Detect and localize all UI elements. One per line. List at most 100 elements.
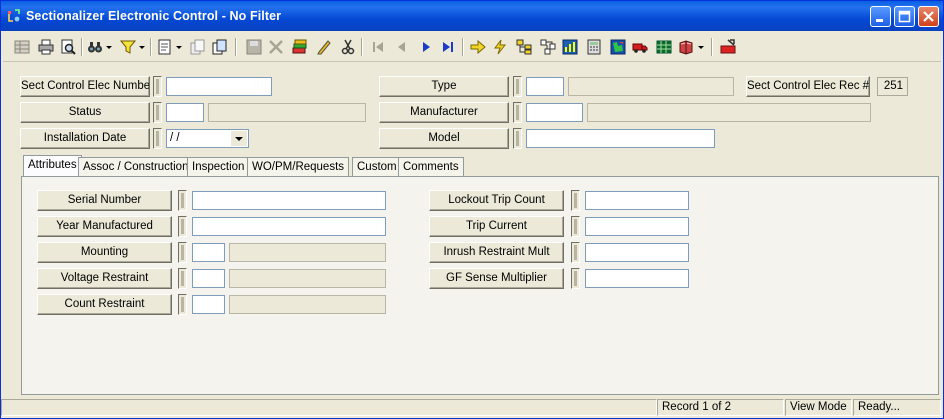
new-record-button[interactable]: [154, 36, 176, 58]
gf-sense-multiplier-label[interactable]: GF Sense Multiplier: [429, 268, 564, 289]
mounting-label[interactable]: Mounting: [37, 242, 172, 263]
first-record-icon: [373, 42, 383, 52]
tab-inspection[interactable]: Inspection: [187, 157, 250, 177]
filter-button[interactable]: [117, 36, 139, 58]
book-dropdown[interactable]: [696, 36, 706, 58]
next-record-icon: [423, 42, 430, 52]
tab-custom[interactable]: Custom: [352, 157, 402, 177]
search-dropdown[interactable]: [104, 36, 114, 58]
new-record-dropdown[interactable]: [174, 36, 184, 58]
maximize-button[interactable]: [894, 6, 915, 27]
field-indicator: [513, 76, 522, 97]
status-message: [1, 399, 657, 416]
tab-comments[interactable]: Comments: [398, 157, 464, 177]
count-restraint-code-input[interactable]: [192, 295, 225, 314]
minimize-icon: [876, 19, 883, 22]
year-manufactured-input[interactable]: [192, 217, 386, 236]
ready-indicator: Ready...: [853, 399, 941, 416]
count-restraint-description: [229, 295, 386, 314]
copy-record-button[interactable]: [187, 36, 209, 58]
cut-button[interactable]: [337, 36, 359, 58]
close-icon: [923, 11, 934, 22]
voltage-restraint-label[interactable]: Voltage Restraint: [37, 268, 172, 289]
search-button[interactable]: [84, 36, 106, 58]
sect-control-elec-number-label[interactable]: Sect Control Elec Number: [20, 76, 150, 97]
print-button[interactable]: [35, 36, 57, 58]
edit-button[interactable]: [313, 36, 335, 58]
sect-control-elec-number-input[interactable]: [166, 77, 272, 96]
field-indicator: [178, 294, 187, 315]
map-button[interactable]: [607, 36, 629, 58]
type-code-input[interactable]: [526, 77, 564, 96]
status-code-input[interactable]: [166, 103, 204, 122]
truck-button[interactable]: [629, 36, 651, 58]
calculator-button[interactable]: [583, 36, 605, 58]
clone-button[interactable]: [209, 36, 231, 58]
spreadsheet-button[interactable]: [653, 36, 675, 58]
grid-button[interactable]: [11, 36, 33, 58]
close-button[interactable]: [918, 6, 939, 27]
lockout-trip-count-input[interactable]: [585, 191, 689, 210]
installation-date-picker[interactable]: / /: [166, 129, 249, 148]
previous-record-button[interactable]: [391, 36, 413, 58]
field-indicator: [153, 128, 162, 149]
delete-button[interactable]: [265, 36, 287, 58]
hierarchy-button[interactable]: [513, 36, 535, 58]
field-indicator: [513, 128, 522, 149]
save-button[interactable]: [243, 36, 265, 58]
count-restraint-label[interactable]: Count Restraint: [37, 294, 172, 315]
model-label[interactable]: Model: [379, 128, 509, 149]
toolbar: [3, 32, 941, 62]
execute-button[interactable]: [489, 36, 511, 58]
tab-attributes[interactable]: Attributes: [23, 155, 82, 178]
last-record-button[interactable]: [437, 36, 459, 58]
model-input[interactable]: [526, 129, 715, 148]
print-preview-icon: [61, 39, 76, 55]
map-icon: [610, 39, 626, 55]
filter-dropdown[interactable]: [137, 36, 147, 58]
form-panel: Sect Control Elec Number Status Installa…: [1, 63, 943, 395]
trip-current-input[interactable]: [585, 217, 689, 236]
field-indicator: [513, 102, 522, 123]
tab-wo-pm-requests[interactable]: WO/PM/Requests: [247, 157, 350, 177]
serial-number-label[interactable]: Serial Number: [37, 190, 172, 211]
chart-button[interactable]: [559, 36, 581, 58]
book-button[interactable]: [675, 36, 697, 58]
tab-assoc-construction[interactable]: Assoc / Construction: [78, 157, 194, 177]
inrush-restraint-mult-label[interactable]: Inrush Restraint Mult: [429, 242, 564, 263]
tree-button[interactable]: [537, 36, 559, 58]
app-icon: [8, 9, 20, 22]
date-dropdown-button[interactable]: [231, 131, 247, 146]
chart-icon: [562, 39, 578, 55]
inrush-restraint-mult-input[interactable]: [585, 243, 689, 262]
installation-date-label[interactable]: Installation Date: [20, 128, 150, 149]
mounting-code-input[interactable]: [192, 243, 225, 262]
toolbar-separator: [361, 38, 363, 56]
field-indicator: [178, 268, 187, 289]
manufacturer-code-input[interactable]: [526, 103, 583, 122]
rec-number-value: 251: [877, 77, 908, 96]
year-manufactured-label[interactable]: Year Manufactured: [37, 216, 172, 237]
type-description: [568, 77, 734, 96]
chevron-down-icon: [106, 46, 112, 49]
toolbar-separator: [462, 38, 464, 56]
next-record-button[interactable]: [415, 36, 437, 58]
manufacturer-label[interactable]: Manufacturer: [379, 102, 509, 123]
field-indicator: [571, 268, 580, 289]
lockout-trip-count-label[interactable]: Lockout Trip Count: [429, 190, 564, 211]
minimize-button[interactable]: [870, 6, 891, 27]
exit-icon: [720, 39, 736, 54]
serial-number-input[interactable]: [192, 191, 386, 210]
books-button[interactable]: [289, 36, 311, 58]
field-indicator: [178, 242, 187, 263]
print-preview-button[interactable]: [57, 36, 79, 58]
exit-button[interactable]: [717, 36, 739, 58]
go-button[interactable]: [467, 36, 489, 58]
trip-current-label[interactable]: Trip Current: [429, 216, 564, 237]
status-label[interactable]: Status: [20, 102, 150, 123]
rec-number-label[interactable]: Sect Control Elec Rec #: [746, 76, 870, 97]
voltage-restraint-code-input[interactable]: [192, 269, 225, 288]
gf-sense-multiplier-input[interactable]: [585, 269, 689, 288]
first-record-button[interactable]: [367, 36, 389, 58]
type-label[interactable]: Type: [379, 76, 509, 97]
